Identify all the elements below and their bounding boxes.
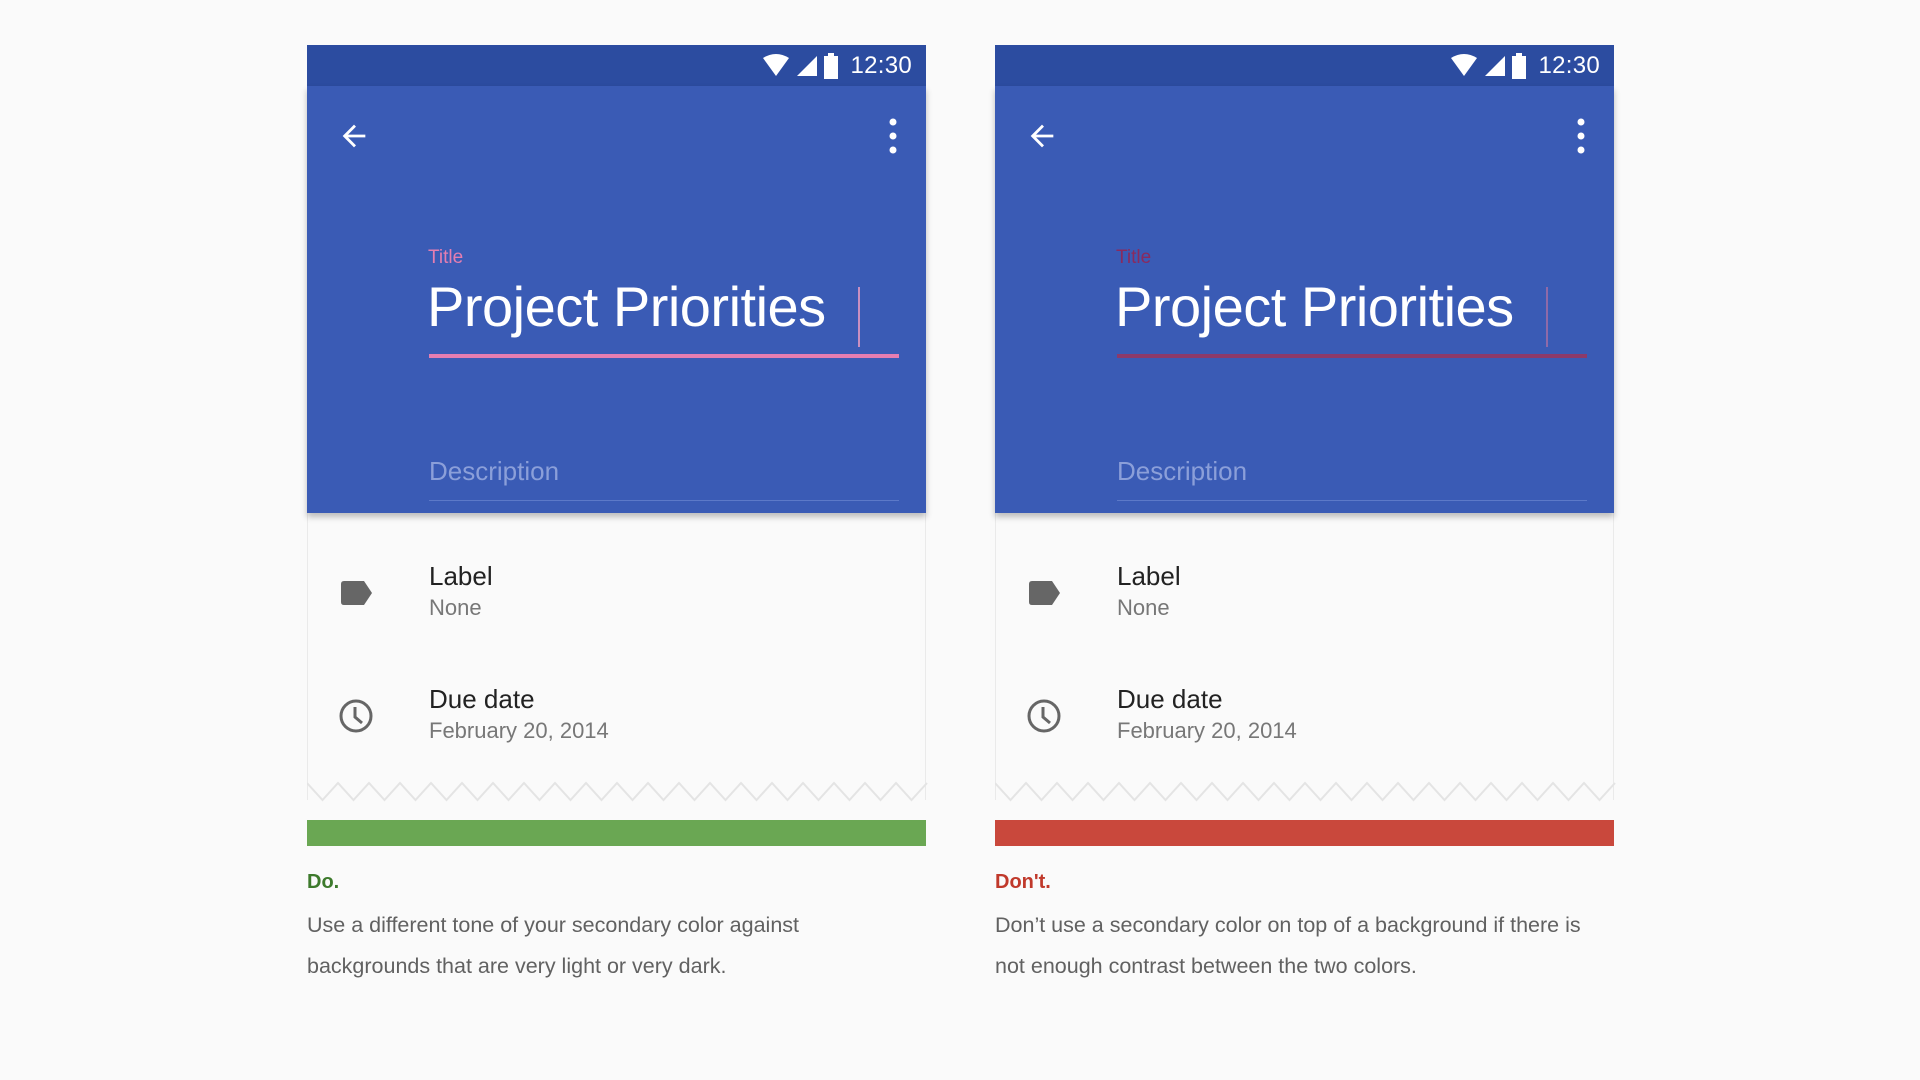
text-cursor	[1546, 287, 1548, 347]
verdict-label: Don't.	[995, 871, 1051, 893]
list-item-due-date[interactable]: Due date February 20, 2014	[308, 684, 925, 788]
label-icon	[1029, 581, 1060, 605]
example-dont: 12:30 Title Project Priorities Descripti…	[995, 45, 1616, 978]
list-item-label[interactable]: Label None	[996, 561, 1613, 665]
status-bar: 12:30	[307, 45, 926, 86]
wifi-icon	[1451, 53, 1478, 76]
label-icon	[341, 581, 372, 605]
clock-time: 12:30	[1538, 51, 1600, 79]
caption-text: Use a different tone of your secondary c…	[307, 913, 800, 978]
more-vert-icon[interactable]	[886, 116, 900, 156]
row-primary: Due date	[429, 684, 535, 714]
title-field-label: Title	[1116, 247, 1152, 268]
text-cursor	[858, 287, 860, 347]
signal-icon	[1485, 55, 1506, 76]
title-input[interactable]: Project Priorities	[427, 274, 826, 339]
title-field-label: Title	[428, 247, 464, 268]
list-item-label[interactable]: Label None	[308, 561, 925, 665]
status-bar: 12:30	[995, 45, 1614, 86]
battery-icon	[1512, 52, 1527, 79]
title-underline	[429, 354, 899, 358]
verdict-bar-dont	[995, 820, 1614, 846]
row-primary: Label	[429, 561, 493, 591]
verdict-bar-do	[307, 820, 926, 846]
arrow-back-icon[interactable]	[337, 119, 371, 153]
wifi-icon	[763, 53, 790, 76]
clock-time: 12:30	[850, 51, 912, 79]
clock-icon	[339, 699, 373, 733]
torn-edge	[307, 781, 928, 802]
row-secondary: None	[1117, 595, 1170, 620]
row-secondary: February 20, 2014	[429, 718, 609, 743]
verdict-label: Do.	[307, 871, 340, 893]
more-vert-icon[interactable]	[1574, 116, 1588, 156]
app-bar: Title Project Priorities Description	[307, 86, 926, 513]
description-input[interactable]: Description	[429, 456, 559, 487]
arrow-back-icon[interactable]	[1025, 119, 1059, 153]
clock-icon	[1027, 699, 1061, 733]
app-bar: Title Project Priorities Description	[995, 86, 1614, 513]
list-item-due-date[interactable]: Due date February 20, 2014	[996, 684, 1613, 788]
row-primary: Label	[1117, 561, 1181, 591]
title-input[interactable]: Project Priorities	[1115, 274, 1514, 339]
example-do: 12:30 Title Project Priorities Descripti…	[307, 45, 928, 978]
phone-mockup: 12:30 Title Project Priorities Descripti…	[307, 45, 928, 802]
torn-edge	[995, 781, 1616, 802]
row-primary: Due date	[1117, 684, 1223, 714]
battery-icon	[824, 52, 839, 79]
description-underline	[429, 500, 899, 501]
title-underline	[1117, 354, 1587, 358]
caption-text: Don’t use a secondary color on top of a …	[995, 913, 1581, 978]
row-secondary: February 20, 2014	[1117, 718, 1297, 743]
description-underline	[1117, 500, 1587, 501]
description-input[interactable]: Description	[1117, 456, 1247, 487]
signal-icon	[797, 55, 818, 76]
phone-mockup: 12:30 Title Project Priorities Descripti…	[995, 45, 1616, 802]
row-secondary: None	[429, 595, 482, 620]
